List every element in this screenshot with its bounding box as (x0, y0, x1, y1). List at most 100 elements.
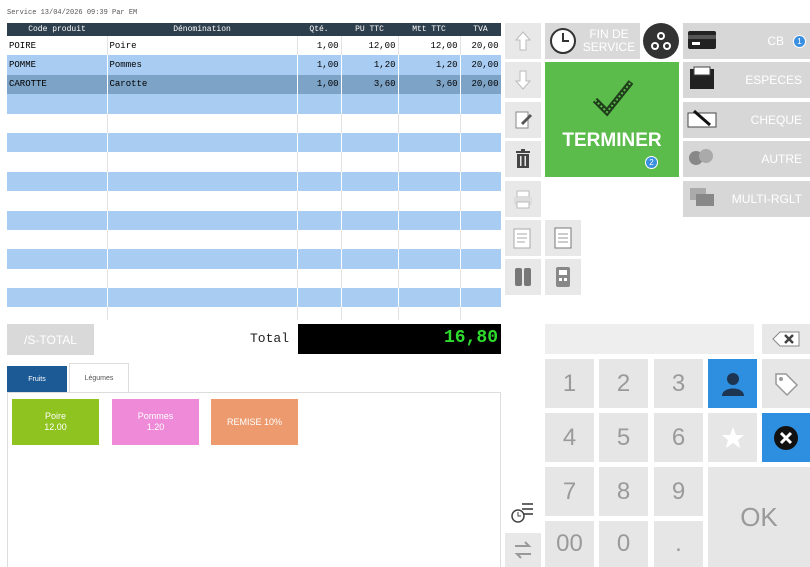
product-button[interactable]: Poire 12.00 (12, 399, 99, 445)
cell-qty (297, 288, 342, 308)
cell-qty (297, 210, 342, 230)
product-area: Poire 12.00 Pommes 1.20 REMISE 10% (7, 392, 501, 567)
key-6[interactable]: 6 (654, 413, 703, 462)
key-5[interactable]: 5 (599, 413, 648, 462)
cell-name (107, 307, 298, 320)
key-2[interactable]: 2 (599, 359, 648, 408)
edit-button[interactable] (505, 102, 541, 138)
payment-multi-rglt-button[interactable]: MULTI-RGLT (683, 181, 810, 217)
key-8[interactable]: 8 (599, 467, 648, 516)
table-row[interactable]: POMME Pommes 1,00 1,20 1,20 20,00 (7, 55, 501, 75)
trash-icon (516, 149, 530, 168)
table-row[interactable]: CAROTTE Carotte 1,00 3,60 3,60 20,00 (7, 74, 501, 95)
col-code: Code produit (7, 23, 107, 36)
note-button[interactable] (505, 220, 541, 256)
cell-mtt (398, 171, 461, 192)
cell-name (107, 94, 298, 114)
payment-autre-button[interactable]: AUTRE (683, 141, 810, 177)
transfer-button[interactable] (505, 533, 541, 567)
cell-code: POIRE (7, 36, 108, 56)
ok-button[interactable]: OK (708, 467, 810, 567)
key-0[interactable]: 0 (599, 521, 648, 567)
cell-mtt: 3,60 (398, 74, 461, 95)
key-7[interactable]: 7 (545, 467, 594, 516)
cell-code: POMME (7, 55, 108, 75)
table-row[interactable] (7, 249, 501, 269)
table-row[interactable] (7, 191, 501, 211)
cash-icon (690, 66, 714, 89)
cell-mtt (398, 132, 461, 153)
payment-cb-button[interactable]: CB 1 (683, 23, 810, 59)
key-4[interactable]: 4 (545, 413, 594, 462)
table-row[interactable] (7, 268, 501, 289)
history-button[interactable] (505, 493, 541, 529)
table-row[interactable]: POIRE Poire 1,00 12,00 12,00 20,00 (7, 36, 501, 56)
print-button[interactable] (505, 181, 541, 217)
calculator-button[interactable] (545, 259, 581, 295)
payment-label: AUTRE (761, 152, 802, 166)
key-9[interactable]: 9 (654, 467, 703, 516)
product-name: Poire (44, 411, 66, 421)
customer-button[interactable] (708, 359, 757, 408)
cancel-button[interactable] (762, 413, 810, 462)
ticket-table: Code produit Dénomination Qté. PU TTC Mt… (7, 23, 501, 320)
cell-mtt: 12,00 (398, 36, 461, 56)
payment-cheque-button[interactable]: CHEQUE (683, 102, 810, 138)
backspace-button[interactable] (762, 324, 810, 354)
cell-tva (460, 210, 501, 230)
key-3[interactable]: 3 (654, 359, 703, 408)
cell-code (7, 210, 108, 230)
cell-pu (341, 229, 399, 250)
checkmark-icon (592, 80, 634, 117)
cell-tva (460, 132, 501, 153)
tab-fruits[interactable]: Fruits (7, 366, 67, 392)
cell-code (7, 249, 108, 269)
table-row[interactable] (7, 307, 501, 320)
total-label: Total (250, 331, 290, 346)
up-arrow-button[interactable] (505, 23, 541, 59)
cell-qty (297, 229, 342, 250)
cell-mtt (398, 307, 461, 320)
ticket-button[interactable] (545, 220, 581, 256)
tag-button[interactable] (762, 359, 810, 408)
table-row[interactable] (7, 132, 501, 153)
end-service-button[interactable]: FIN DE SERVICE (545, 23, 640, 59)
key-1[interactable]: 1 (545, 359, 594, 408)
ticket-icon (554, 227, 572, 249)
finish-button[interactable]: TERMINER 2 (545, 62, 679, 177)
payment-label: MULTI-RGLT (731, 192, 802, 206)
cell-name (107, 210, 298, 230)
cell-qty (297, 249, 342, 269)
cell-pu (341, 94, 399, 114)
table-row[interactable] (7, 171, 501, 192)
product-button[interactable]: REMISE 10% (211, 399, 298, 445)
down-arrow-button[interactable] (505, 62, 541, 98)
table-row[interactable] (7, 152, 501, 172)
split-button[interactable] (643, 23, 679, 59)
other-payment-icon (689, 149, 713, 165)
drawer-button[interactable] (505, 259, 541, 295)
key-dot[interactable]: . (654, 521, 703, 567)
tab-legumes[interactable]: Légumes (69, 363, 129, 392)
cancel-icon (774, 425, 798, 450)
up-arrow-icon (514, 31, 532, 51)
payment-especes-button[interactable]: ESPECES (683, 62, 810, 98)
favorite-button[interactable] (708, 413, 757, 462)
product-name: REMISE 10% (226, 416, 283, 427)
table-row[interactable] (7, 229, 501, 250)
table-row[interactable] (7, 94, 501, 114)
cell-pu: 1,20 (341, 55, 399, 75)
payment-label: CB (767, 34, 784, 48)
table-row[interactable] (7, 210, 501, 230)
table-row[interactable] (7, 288, 501, 308)
col-mtt: Mtt TTC (398, 23, 460, 36)
payment-badge: 1 (793, 35, 806, 48)
product-button[interactable]: Pommes 1.20 (112, 399, 199, 445)
subtotal-button[interactable]: /S-TOTAL (7, 324, 94, 355)
cell-code (7, 268, 108, 289)
credit-card-icon (688, 31, 716, 49)
delete-button[interactable] (505, 141, 541, 177)
key-00[interactable]: 00 (545, 521, 594, 567)
table-row[interactable] (7, 113, 501, 133)
cell-mtt (398, 152, 461, 172)
